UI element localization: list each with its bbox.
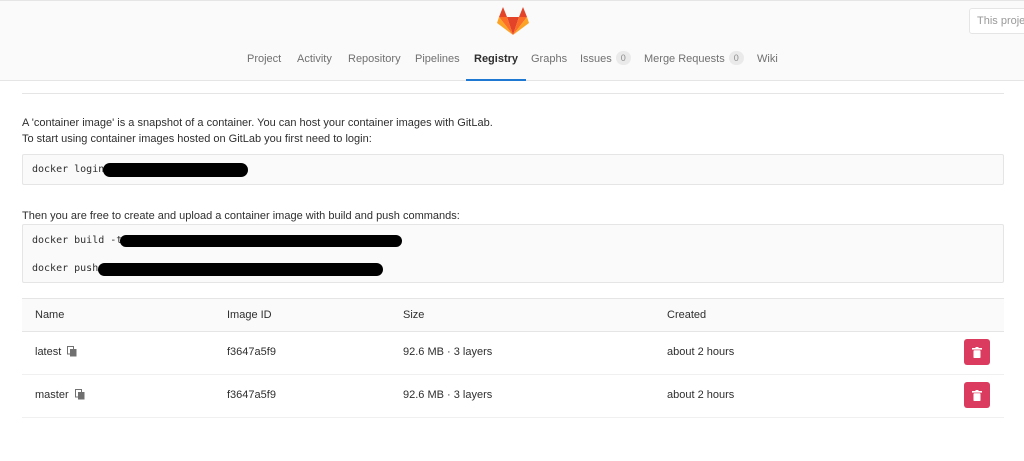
build-command: docker build -t — [32, 235, 123, 246]
col-image-id-header: Image ID — [227, 309, 272, 321]
table-row: latest f3647a5f9 92.6 MB · 3 layers abou… — [22, 332, 1004, 375]
search-input[interactable]: This project — [969, 8, 1024, 34]
tab-project[interactable]: Project — [247, 44, 281, 80]
copy-icon[interactable] — [74, 389, 85, 400]
build-push-code-block: docker build -t docker push — [22, 224, 1004, 283]
delete-button[interactable] — [964, 382, 990, 408]
tab-graphs[interactable]: Graphs — [531, 44, 567, 80]
image-id-cell: f3647a5f9 — [227, 346, 276, 358]
tab-label: Graphs — [531, 53, 568, 65]
tab-label: Repository — [348, 53, 401, 65]
image-name-cell: master — [35, 389, 85, 401]
tab-repository[interactable]: Repository — [348, 44, 401, 80]
login-command: docker login — [32, 164, 105, 175]
col-size-header: Size — [403, 309, 425, 321]
tab-activity[interactable]: Activity — [297, 44, 332, 80]
tab-label: Merge Requests — [644, 53, 725, 65]
image-id-cell: f3647a5f9 — [227, 389, 276, 401]
col-created-header: Created — [667, 309, 707, 321]
build-intro-text: Then you are free to create and upload a… — [22, 210, 460, 222]
tab-label: Registry — [474, 53, 519, 65]
image-name-cell: latest — [35, 346, 77, 358]
issues-count-badge: 0 — [615, 51, 631, 65]
image-size-cell: 92.6 MB · 3 layers — [403, 346, 493, 358]
merge-requests-count-badge: 0 — [728, 51, 744, 65]
image-name: latest — [35, 346, 62, 358]
col-name-header: Name — [35, 309, 65, 321]
intro-line-2: To start using container images hosted o… — [22, 133, 372, 145]
content-divider — [22, 93, 1004, 94]
tab-label: Project — [247, 53, 282, 65]
trash-icon — [972, 389, 982, 401]
tab-label: Issues — [580, 53, 612, 65]
tab-label: Wiki — [757, 53, 778, 65]
intro-line-1: A 'container image' is a snapshot of a c… — [22, 117, 493, 129]
project-nav: Project Activity Repository Pipelines Re… — [0, 44, 1024, 81]
redacted-push-target — [98, 263, 383, 276]
image-created-cell: about 2 hours — [667, 389, 735, 401]
image-name: master — [35, 389, 69, 401]
table-header: Name Image ID Size Created — [22, 298, 1004, 332]
window-top-border — [0, 0, 1024, 1]
tab-pipelines[interactable]: Pipelines — [415, 44, 460, 80]
top-header: This project Project Activity Repository… — [0, 0, 1024, 81]
redacted-registry-url — [103, 163, 248, 177]
login-code-block: docker login — [22, 154, 1004, 185]
tab-issues[interactable]: Issues 0 — [580, 44, 631, 80]
tab-label: Activity — [297, 53, 332, 65]
gitlab-logo-icon[interactable] — [497, 6, 529, 36]
trash-icon — [972, 346, 982, 358]
tab-merge-requests[interactable]: Merge Requests 0 — [644, 44, 744, 80]
tab-label: Pipelines — [415, 53, 460, 65]
delete-button[interactable] — [964, 339, 990, 365]
image-created-cell: about 2 hours — [667, 346, 735, 358]
tab-wiki[interactable]: Wiki — [757, 44, 778, 80]
push-command: docker push — [32, 263, 99, 274]
redacted-build-target — [120, 235, 402, 247]
tab-registry[interactable]: Registry — [465, 44, 527, 81]
copy-icon[interactable] — [67, 346, 77, 357]
image-size-cell: 92.6 MB · 3 layers — [403, 389, 493, 401]
table-row: master f3647a5f9 92.6 MB · 3 layers abou… — [22, 375, 1004, 418]
